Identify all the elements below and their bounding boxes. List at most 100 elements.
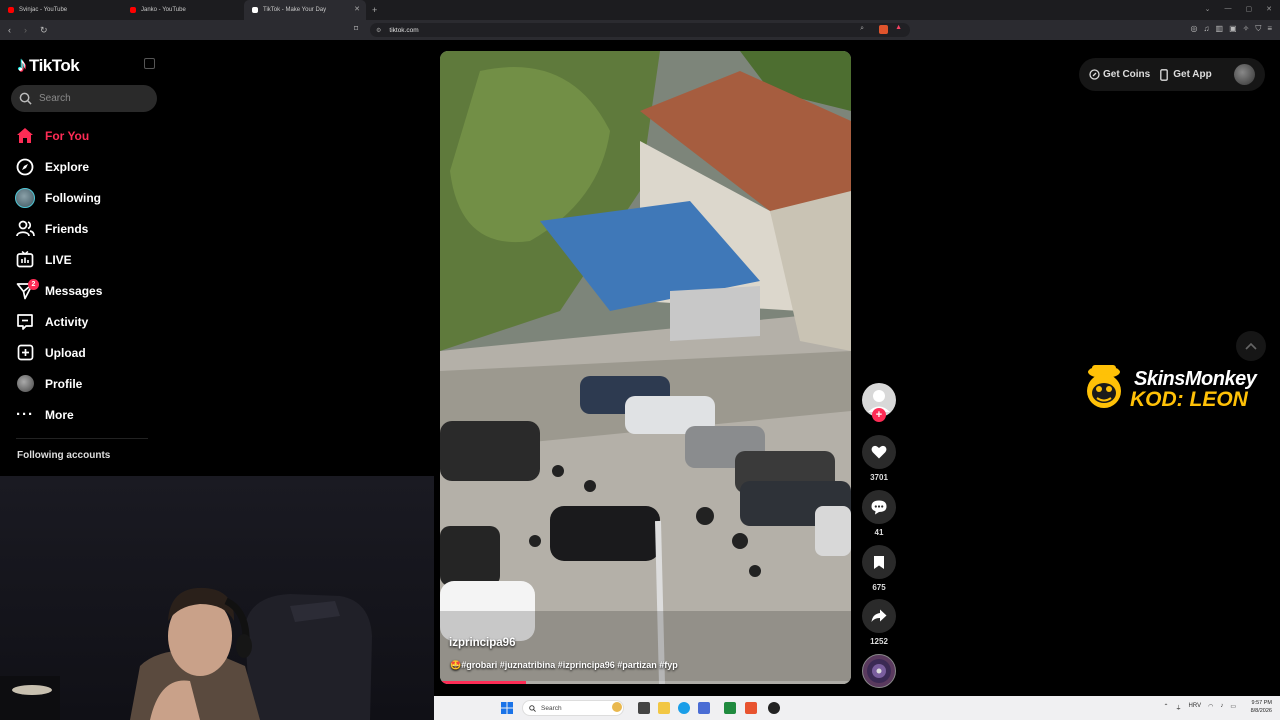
chevron-down-icon[interactable]: ⌄ xyxy=(1205,5,1211,13)
nav-label: Messages xyxy=(45,283,103,298)
minimize-icon[interactable]: — xyxy=(1225,5,1232,13)
more-icon: ··· xyxy=(16,406,34,423)
share-count: 1252 xyxy=(870,637,888,646)
nav-upload[interactable]: Upload xyxy=(15,337,102,368)
forward-icon[interactable]: › xyxy=(24,25,32,35)
profile-avatar-icon xyxy=(15,374,35,394)
chevron-up-icon[interactable]: ⌃ xyxy=(1163,703,1168,712)
language-indicator[interactable]: HRV xyxy=(1189,703,1202,712)
video-player[interactable]: izprincipa96 🤩#grobari #juznatribina #iz… xyxy=(440,51,851,684)
nav-following[interactable]: Following xyxy=(15,182,102,213)
follow-plus-icon[interactable]: + xyxy=(872,408,886,422)
volume-icon[interactable]: ♪ xyxy=(1220,703,1223,712)
tiktok-note-icon: ♪ xyxy=(17,54,27,76)
back-icon[interactable]: ‹ xyxy=(8,25,16,35)
nav-messages[interactable]: 2 Messages xyxy=(15,275,102,306)
nav-friends[interactable]: Friends xyxy=(15,213,102,244)
nav-label: For You xyxy=(45,128,90,143)
search-input[interactable]: Search xyxy=(11,85,157,112)
nav-more[interactable]: ··· More xyxy=(15,399,102,430)
sound-disc[interactable] xyxy=(862,654,896,688)
comment-button[interactable] xyxy=(862,490,896,524)
video-username[interactable]: izprincipa96 xyxy=(449,637,515,649)
save-button[interactable] xyxy=(862,545,896,579)
tab-janko[interactable]: Janko - YouTube xyxy=(122,0,244,20)
url-field[interactable]: ⚙ tiktok.com ⌕ ▲ xyxy=(370,23,910,37)
previous-video-button[interactable] xyxy=(1236,331,1266,361)
creator-avatar[interactable]: + xyxy=(862,383,896,422)
nav-profile[interactable]: Profile xyxy=(15,368,102,399)
task-view-icon[interactable] xyxy=(638,702,650,714)
app-icon[interactable] xyxy=(768,702,780,714)
sponsor-overlay: SkinsMonkey KOD: LEON xyxy=(1078,362,1276,414)
zoom-icon[interactable]: ⌕ xyxy=(860,25,864,33)
media-icon[interactable]: ♫ xyxy=(1204,24,1210,34)
bookmark-icon xyxy=(874,555,884,569)
maximize-icon[interactable]: ▢ xyxy=(1246,5,1253,13)
webcam-image xyxy=(0,587,372,720)
close-window-icon[interactable]: ✕ xyxy=(1266,5,1272,13)
tab-tiktok[interactable]: TikTok - Make Your Day ✕ xyxy=(244,0,366,20)
brave-rewards-icon[interactable]: ▲ xyxy=(895,24,902,31)
upload-icon xyxy=(15,343,35,363)
tab-title: Svinjac - YouTube xyxy=(19,7,68,13)
youtube-icon xyxy=(8,7,14,13)
webcam-overlay xyxy=(0,476,434,720)
youtube-icon xyxy=(130,7,136,13)
browser-tab-bar: Svinjac - YouTube Janko - YouTube TikTok… xyxy=(0,0,1280,20)
extension-icon[interactable]: ◎ xyxy=(1191,24,1198,34)
brave-shields-icon[interactable] xyxy=(879,25,888,34)
share-button[interactable] xyxy=(862,599,896,633)
sidebar-toggle-icon[interactable]: ▥ xyxy=(1216,24,1224,34)
get-coins-button[interactable]: Get Coins xyxy=(1089,69,1150,80)
live-icon xyxy=(15,250,35,270)
following-accounts-heading: Following accounts xyxy=(17,450,111,461)
taskbar-search[interactable]: Search xyxy=(522,700,624,716)
get-app-label: Get App xyxy=(1173,69,1212,80)
nav-label: Friends xyxy=(45,221,89,236)
video-progress-bar[interactable] xyxy=(440,681,851,684)
file-explorer-icon[interactable] xyxy=(658,702,670,714)
tiktok-sidebar: ♪ TikTok Search For You Explore Followin… xyxy=(0,40,434,476)
clock[interactable]: 9:57 PM 8/8/2026 xyxy=(1251,699,1272,715)
leo-icon[interactable]: ✧ xyxy=(1243,24,1250,34)
nav-label: More xyxy=(45,407,74,422)
nav-for-you[interactable]: For You xyxy=(15,120,102,151)
widget-icon[interactable] xyxy=(612,702,622,712)
windows-taskbar: Search ⌃ ⏚ HRV ◠ ♪ ▭ 9:57 PM 8/8/2026 xyxy=(434,696,1280,720)
reload-icon[interactable]: ↻ xyxy=(40,25,48,36)
activity-icon xyxy=(15,312,35,332)
new-tab-button[interactable]: + xyxy=(372,5,377,15)
brave-icon[interactable] xyxy=(745,702,757,714)
wallet-icon[interactable]: ▣ xyxy=(1229,24,1237,34)
main-nav: For You Explore Following Friends LIVE 2… xyxy=(15,120,102,430)
video-description: 🤩#grobari #juznatribina #izprincipa96 #p… xyxy=(450,660,678,670)
like-button[interactable] xyxy=(862,435,896,469)
friends-icon xyxy=(15,219,35,239)
get-app-button[interactable]: Get App xyxy=(1160,68,1212,81)
top-right-actions: Get Coins Get App xyxy=(1079,58,1265,91)
nav-activity[interactable]: Activity xyxy=(15,306,102,337)
nav-explore[interactable]: Explore xyxy=(15,151,102,182)
site-info-icon[interactable]: ⚙ xyxy=(376,27,381,34)
bookmark-icon[interactable]: ⌑ xyxy=(354,24,358,33)
edge-icon[interactable] xyxy=(678,702,690,714)
collapse-sidebar-icon[interactable] xyxy=(144,58,155,69)
usb-icon[interactable]: ⏚ xyxy=(1176,703,1182,712)
windows-start-icon[interactable] xyxy=(501,702,513,714)
user-avatar[interactable] xyxy=(1234,64,1255,85)
app-icon[interactable] xyxy=(698,702,710,714)
vpn-icon[interactable]: ⛉ xyxy=(1255,24,1261,34)
tab-svinjac[interactable]: Svinjac - YouTube xyxy=(0,0,122,20)
close-tab-icon[interactable]: ✕ xyxy=(354,6,360,13)
tiktok-logo[interactable]: ♪ TikTok xyxy=(17,54,80,77)
nav-label: Profile xyxy=(45,376,83,391)
wifi-icon[interactable]: ◠ xyxy=(1208,703,1213,712)
battery-icon[interactable]: ▭ xyxy=(1230,703,1236,712)
comment-count: 41 xyxy=(874,528,884,537)
nav-live[interactable]: LIVE xyxy=(15,244,102,275)
menu-icon[interactable]: ≡ xyxy=(1267,24,1272,34)
system-tray: ⌃ ⏚ HRV ◠ ♪ ▭ xyxy=(1163,703,1236,712)
app-icon[interactable] xyxy=(724,702,736,714)
comment-icon xyxy=(871,500,887,514)
